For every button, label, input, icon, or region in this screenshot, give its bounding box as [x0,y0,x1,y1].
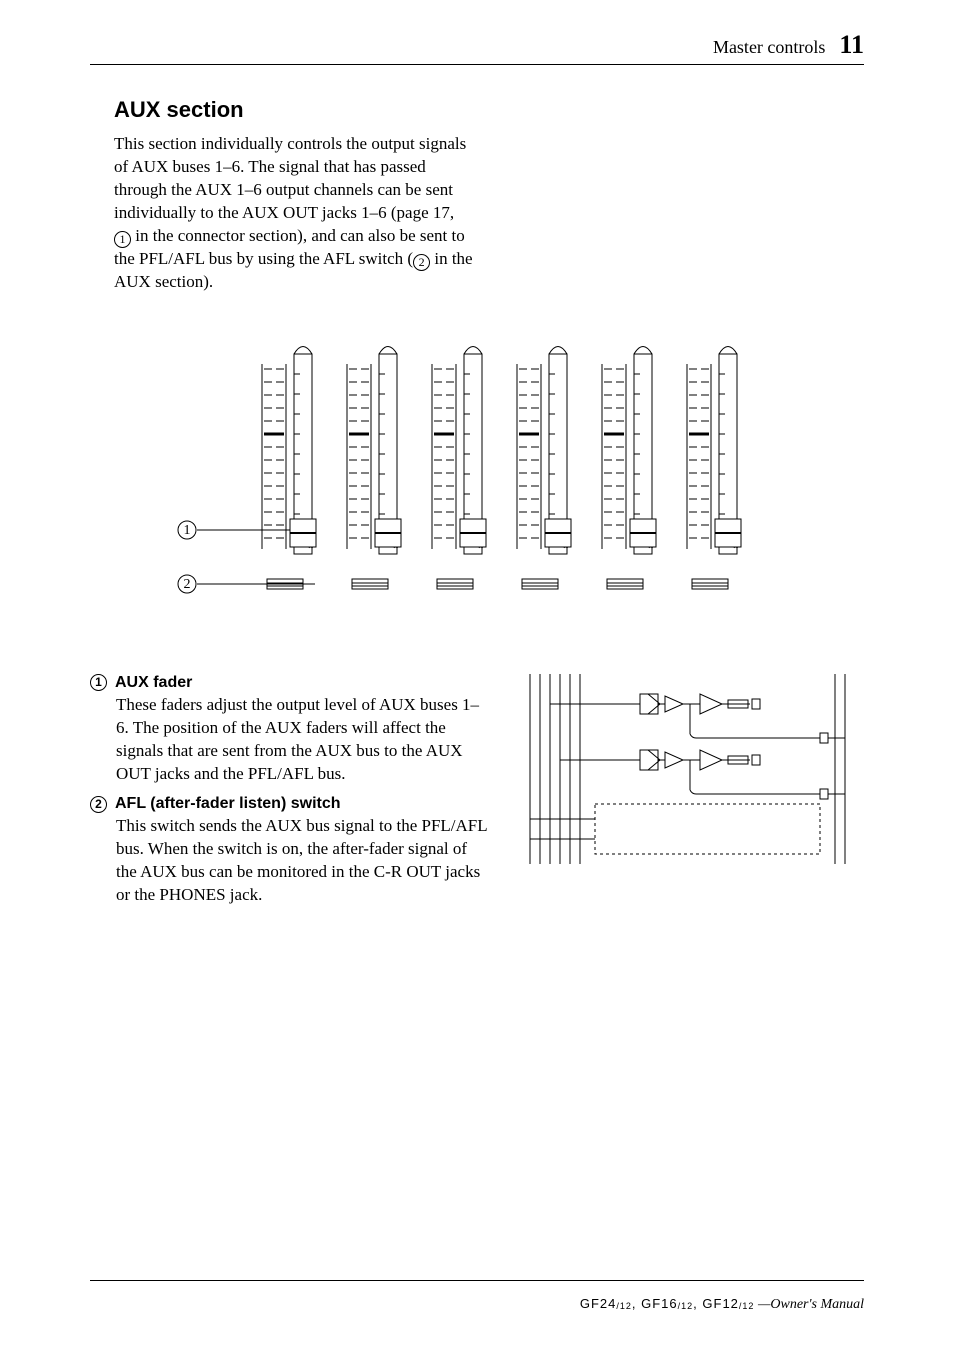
aux-fader-diagram: 1 2 ∞∞∞∞∞∞ [90,334,864,614]
intro-text-1: This section individually controls the o… [114,134,466,222]
section-intro: This section individually controls the o… [114,133,474,294]
inline-ref-1: 1 [114,231,131,248]
desc-num-2: 2 [90,796,107,813]
desc-item-aux-fader: 1 AUX fader These faders adjust the outp… [90,674,490,786]
section-title: AUX section [114,97,864,123]
desc-num-1: 1 [90,674,107,691]
desc-title-2: AFL (after-fader listen) switch [115,795,341,813]
signal-flow-diagram [520,674,850,918]
inline-ref-2: 2 [413,254,430,271]
footer-models: GF24/12, GF16/12, GF12/12 [580,1296,755,1311]
page-header: Master controls 11 [90,30,864,65]
header-page-number: 11 [839,30,864,60]
callout-1: 1 [184,523,191,538]
callout-2: 2 [184,577,191,592]
desc-item-afl-switch: 2 AFL (after-fader listen) switch This s… [90,795,490,907]
footer-label: —Owner's Manual [758,1297,864,1312]
desc-body-2: This switch sends the AUX bus signal to … [116,815,490,907]
description-list: 1 AUX fader These faders adjust the outp… [90,674,490,918]
desc-body-1: These faders adjust the output level of … [116,694,490,786]
header-section: Master controls [713,37,825,58]
footer-rule [90,1280,864,1281]
desc-title-1: AUX fader [115,674,192,692]
page-footer: GF24/12, GF16/12, GF12/12 —Owner's Manua… [580,1296,864,1313]
